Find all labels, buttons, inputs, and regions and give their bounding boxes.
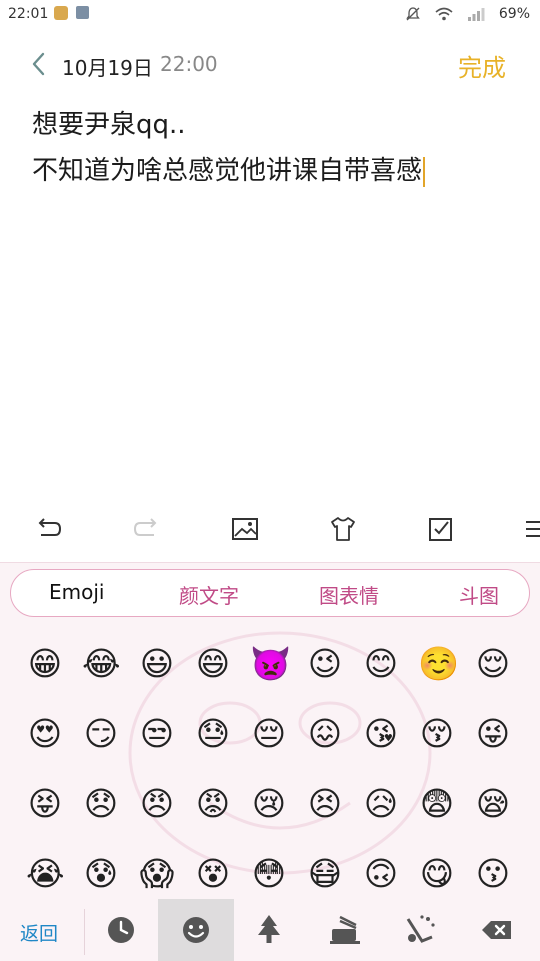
status-bar: 22:01 69% xyxy=(0,0,540,30)
wifi-icon xyxy=(435,7,453,21)
emoji-key[interactable]: 😭 xyxy=(26,855,65,893)
emoji-key[interactable]: 😋 xyxy=(418,855,456,893)
emoji-key[interactable]: 😒 xyxy=(138,715,176,753)
text-cursor xyxy=(423,156,426,187)
back-arrow-icon[interactable] xyxy=(28,50,50,78)
emoji-key[interactable]: 😄 xyxy=(194,645,232,683)
emoji-key[interactable]: 😉 xyxy=(306,645,344,683)
backspace-icon[interactable] xyxy=(478,911,516,949)
mute-icon xyxy=(406,7,420,21)
emoji-key[interactable]: 😜 xyxy=(474,715,512,753)
emoji-key[interactable]: 👿 xyxy=(250,645,291,683)
note-date: 10月19日 xyxy=(62,56,153,80)
emoji-keyboard: Emoji 颜文字 图表情 斗图 😁 😂 😃 😄 👿 😉 😊 ☺️ 😌 😍 😏 … xyxy=(0,562,540,961)
note-line-2: 不知道为啥总感觉他讲课自带喜感 xyxy=(32,148,426,194)
redo-icon[interactable] xyxy=(132,514,162,544)
emoji-key[interactable]: 😞 xyxy=(82,785,120,823)
list-icon[interactable] xyxy=(522,514,540,544)
calendar-notification-icon xyxy=(76,6,89,19)
keyboard-back-button[interactable]: 返回 xyxy=(20,919,58,946)
emoji-key[interactable]: 😡 xyxy=(194,785,232,823)
emoji-key[interactable]: 😗 xyxy=(474,855,512,893)
emoji-key[interactable]: 😳 xyxy=(250,855,288,893)
note-text-area[interactable]: 想要尹泉qq.. 不知道为啥总感觉他讲课自带喜感 xyxy=(32,102,426,194)
emoji-key[interactable]: ☺️ xyxy=(418,645,459,683)
tree-icon[interactable] xyxy=(250,911,288,949)
tab-emoji[interactable]: Emoji xyxy=(49,580,104,604)
food-icon[interactable] xyxy=(326,911,364,949)
emoji-key[interactable]: 😔 xyxy=(250,715,288,753)
emoji-key[interactable]: 😥 xyxy=(362,785,400,823)
emoji-key[interactable]: 😝 xyxy=(26,785,64,823)
emoji-key[interactable]: 😊 xyxy=(362,645,400,683)
emoji-key[interactable]: 😢 xyxy=(250,785,288,823)
emoji-key[interactable]: 😷 xyxy=(306,855,344,893)
image-icon[interactable] xyxy=(230,514,260,544)
signal-icon xyxy=(467,8,485,21)
battery-level: 69% xyxy=(498,6,530,22)
emoji-key[interactable]: 😪 xyxy=(474,785,512,823)
activity-icon[interactable] xyxy=(400,911,438,949)
done-button[interactable]: 完成 xyxy=(458,48,506,83)
emoji-key[interactable]: 😃 xyxy=(138,645,176,683)
smiley-icon[interactable] xyxy=(177,911,215,949)
emoji-key[interactable]: 🙃 xyxy=(362,855,400,893)
emoji-key[interactable]: 😏 xyxy=(82,715,120,753)
emoji-key[interactable]: 😣 xyxy=(306,785,344,823)
emoji-key[interactable]: 😠 xyxy=(138,785,176,823)
emoji-key[interactable]: 😂 xyxy=(82,645,121,683)
emoji-key[interactable]: 😵 xyxy=(194,855,232,893)
emoji-key[interactable]: 😱 xyxy=(138,855,176,893)
emoji-key[interactable]: 😰 xyxy=(82,855,120,893)
note-time: 22:00 xyxy=(160,52,218,76)
emoji-category-tabs: Emoji 颜文字 图表情 斗图 xyxy=(10,569,530,617)
emoji-key[interactable]: 😖 xyxy=(306,715,344,753)
note-header: 10月19日 22:00 完成 xyxy=(0,40,540,90)
emoji-key[interactable]: 😌 xyxy=(474,645,512,683)
theme-icon[interactable] xyxy=(328,514,358,544)
emoji-key[interactable]: 😁 xyxy=(26,645,64,683)
tab-meme[interactable]: 斗图 xyxy=(459,580,499,609)
tab-sticker[interactable]: 图表情 xyxy=(319,580,379,609)
emoji-key[interactable]: 😍 xyxy=(26,715,64,753)
emoji-key[interactable]: 😨 xyxy=(418,785,456,823)
checklist-icon[interactable] xyxy=(426,514,456,544)
emoji-key[interactable]: 😚 xyxy=(418,715,456,753)
recent-icon[interactable] xyxy=(102,911,140,949)
editor-toolbar xyxy=(0,506,540,552)
emoji-key[interactable]: 😓 xyxy=(194,715,232,753)
note-line-2-text: 不知道为啥总感觉他讲课自带喜感 xyxy=(32,156,423,186)
bottom-bar-divider xyxy=(84,909,85,955)
tab-kaomoji[interactable]: 颜文字 xyxy=(179,580,239,609)
undo-icon[interactable] xyxy=(33,514,63,544)
status-time: 22:01 xyxy=(8,6,49,22)
note-line-1: 想要尹泉qq.. xyxy=(32,110,186,140)
keyboard-bottom-bar: 返回 xyxy=(0,899,540,961)
emoji-key[interactable]: 😘 xyxy=(362,715,400,753)
app-notification-icon xyxy=(54,6,68,20)
